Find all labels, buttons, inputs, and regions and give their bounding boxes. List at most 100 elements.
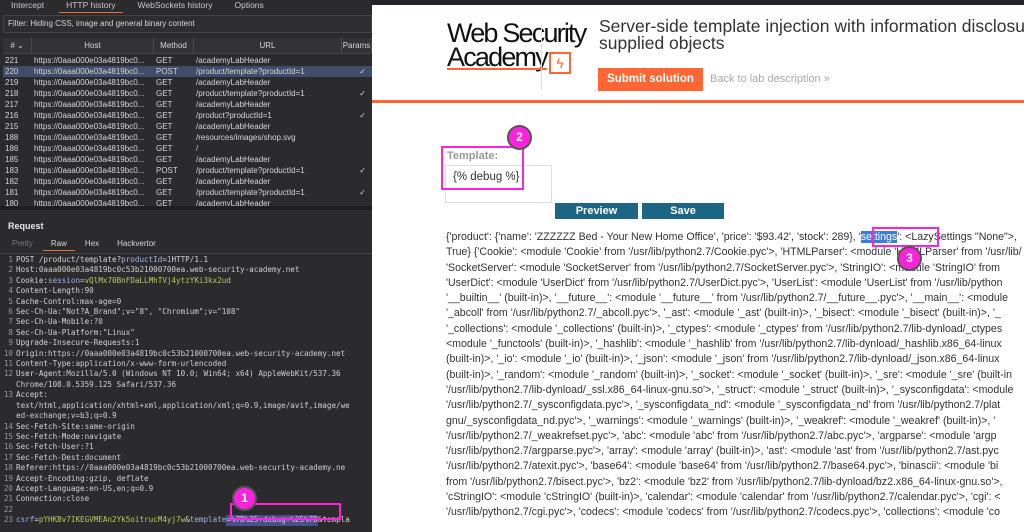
table-row[interactable]: 188 https://0aaa000e03a4819bc0... GET/reso… <box>3 132 372 143</box>
line-number: 10 <box>3 348 13 358</box>
row-id: 182 <box>5 177 19 186</box>
column-method[interactable]: Method <box>154 38 194 53</box>
annotation-marker-3: 3 <box>897 246 922 271</box>
output-line: 'SocketServer': <module 'SocketServer' f… <box>446 261 1000 274</box>
request-token: vQlMx70BnFDaLLMhTVj4ytzYKi3kx2ud <box>84 275 231 285</box>
request-token: ?0 <box>93 317 103 327</box>
request-token: "Not?A_Brand";v="8", "Chromium";v="108" <box>61 307 241 317</box>
annotation-marker-2: 2 <box>507 125 532 150</box>
submit-solution-button[interactable]: Submit solution <box>598 68 703 91</box>
table-row[interactable]: 220 https://0aaa000e03a4819bc0... POST/pro… <box>3 66 372 77</box>
row-params: ✓ <box>359 166 366 175</box>
column-number[interactable]: # ⌄ <box>3 38 32 53</box>
table-row[interactable]: 181 https://0aaa000e03a4819bc0... GET/prod… <box>3 187 372 198</box>
row-id: 220 <box>5 67 19 76</box>
web-security-academy-logo[interactable]: Web Security Academy ϟ <box>447 20 587 74</box>
row-method: GET <box>156 122 173 131</box>
request-token: Upgrade-Insecure-Requests: <box>16 338 135 348</box>
row-host: https://0aaa000e03a4819bc0... <box>34 144 145 153</box>
row-url: /academyLabHeader <box>196 100 271 109</box>
line-number: 20 <box>3 483 13 493</box>
tab-intercept[interactable]: Intercept <box>0 0 55 12</box>
row-host: https://0aaa000e03a4819bc0... <box>34 89 145 98</box>
row-method: POST <box>156 67 178 76</box>
output-line: (built-in)>, '_random': <module '_random… <box>446 368 1012 381</box>
column-params[interactable]: Params <box>342 38 372 53</box>
row-host: https://0aaa000e03a4819bc0... <box>34 155 145 164</box>
request-token: Sec-Fetch-Dest: <box>16 452 85 462</box>
table-row[interactable]: 182 https://0aaa000e03a4819bc0... GET/acad… <box>3 176 372 187</box>
request-editor[interactable]: 1 POST /product/template? productId = 1 HTTP… <box>0 253 372 526</box>
request-line: 6 Sec-Ch-Ua: "Not?A_Brand";v="8", "Chromi… <box>0 307 372 317</box>
row-params <box>342 77 372 88</box>
request-line: 10 Origin: https://0aaa000e03a4819bc0c53b… <box>0 349 372 359</box>
request-line: ed-exchange;v=b3;q=0.9 <box>0 411 372 421</box>
line-number: 9 <box>8 338 13 348</box>
row-id: 219 <box>5 78 19 87</box>
row-url: /product/template?productId=1 <box>196 67 305 76</box>
line-number: 2 <box>8 265 13 275</box>
line-number: 21 <box>3 494 13 504</box>
output-line: '/usr/lib/python2.7/_weakrefset.pyc'>, '… <box>446 429 997 442</box>
save-button[interactable]: Save <box>642 203 724 219</box>
table-row[interactable]: 219 https://0aaa000e03a4819bc0... GET/acad… <box>3 77 372 88</box>
request-token: ed-exchange;v=b3;q=0.9 <box>16 411 117 421</box>
row-url: /academyLabHeader <box>196 155 271 164</box>
table-row[interactable]: 217 https://0aaa000e03a4819bc0... GET/acad… <box>3 99 372 110</box>
column-host[interactable]: Host <box>32 38 154 53</box>
tab-pretty[interactable]: Pretty <box>8 238 47 249</box>
line-number: 11 <box>3 359 13 369</box>
request-line: 8 Sec-Ch-Ua-Platform: "Linux" <box>0 328 372 338</box>
table-row[interactable]: 183 https://0aaa000e03a4819bc0... POST/pro… <box>3 165 372 176</box>
table-row[interactable]: 215 https://0aaa000e03a4819bc0... GET/acad… <box>3 121 372 132</box>
table-row[interactable]: 218 https://0aaa000e03a4819bc0... GET/prod… <box>3 88 372 99</box>
tab-hex[interactable]: Hex <box>81 238 113 249</box>
request-token: POST /product/template? <box>16 255 122 264</box>
line-number <box>0 411 16 421</box>
row-host: https://0aaa000e03a4819bc0... <box>34 78 145 87</box>
request-line: Chrome/108.0.5359.125 Safari/537.36 <box>0 380 372 390</box>
request-line: 18 Referer: https://0aaa000e03a4819bc0c53… <box>0 463 372 473</box>
request-token: Accept-Encoding: <box>16 473 90 483</box>
tab-websockets-history[interactable]: WebSockets history <box>127 0 224 12</box>
line-number: 5 <box>8 296 13 306</box>
line-number: 12 <box>3 369 13 379</box>
request-line: 2 Host: 0aaa000e03a4819bc0c53b21000700ea.… <box>0 265 372 275</box>
filter-bar[interactable]: Filter: Hiding CSS, image and general bi… <box>3 15 372 33</box>
tab-raw[interactable]: Raw <box>42 238 81 251</box>
output-line: gnu/_sysconfigdata_nd.pyc'>, '_warnings'… <box>446 414 996 427</box>
table-row[interactable]: 185 https://0aaa000e03a4819bc0... GET/acad… <box>3 154 372 165</box>
request-token: Origin: <box>16 348 49 358</box>
row-host: https://0aaa000e03a4819bc0... <box>34 133 145 142</box>
table-row[interactable]: 221 https://0aaa000e03a4819bc0... GET/acad… <box>3 55 372 66</box>
table-row[interactable]: 186 https://0aaa000e03a4819bc0... GET / <box>3 143 372 154</box>
tab-options[interactable]: Options <box>223 0 274 12</box>
column-url[interactable]: URL <box>194 38 342 53</box>
output-text: {'product': {'name': 'ZZZZZZ Bed - Your … <box>446 231 861 243</box>
request-line: 20 Accept-Language: en-US,en;q=0.9 <box>0 484 372 494</box>
table-row[interactable]: 216 https://0aaa000e03a4819bc0... GET/prod… <box>3 110 372 121</box>
request-line: 4 Content-Length: 90 <box>0 286 372 296</box>
lab-page: Web Security Academy ϟ Server-side templa… <box>372 0 1024 532</box>
row-id: 181 <box>5 188 19 197</box>
preview-button[interactable]: Preview <box>555 203 638 219</box>
row-host: https://0aaa000e03a4819bc0... <box>34 56 145 65</box>
output-line: <module '_functools' (built-in)>, '_hash… <box>446 338 1002 351</box>
row-host: https://0aaa000e03a4819bc0... <box>34 111 145 120</box>
request-line: 5 Cache-Control: max-age=0 <box>0 297 372 307</box>
request-token: Chrome/108.0.5359.125 Safari/537.36 <box>16 379 177 389</box>
request-token: User-Agent: <box>16 369 67 379</box>
line-number: 4 <box>8 286 13 296</box>
row-method: GET <box>156 89 173 98</box>
row-url: /academyLabHeader <box>196 177 271 186</box>
row-params <box>342 132 372 143</box>
row-url: /academyLabHeader <box>196 122 271 131</box>
tab-http-history[interactable]: HTTP history <box>55 0 126 13</box>
row-host: https://0aaa000e03a4819bc0... <box>34 177 145 186</box>
tab-hackvertor[interactable]: Hackvertor <box>113 238 170 249</box>
debug-output: {'product': {'name': 'ZZZZZZ Bed - Your … <box>446 230 1024 521</box>
back-to-lab-description-link[interactable]: Back to lab description » <box>710 73 830 85</box>
pane-divider[interactable] <box>0 206 372 210</box>
output-line: '/usr/lib/python2.7/lib-dynload/_ssl.x86… <box>446 383 1014 396</box>
burp-proxy-panel: Intercept HTTP history WebSockets histor… <box>0 0 372 532</box>
